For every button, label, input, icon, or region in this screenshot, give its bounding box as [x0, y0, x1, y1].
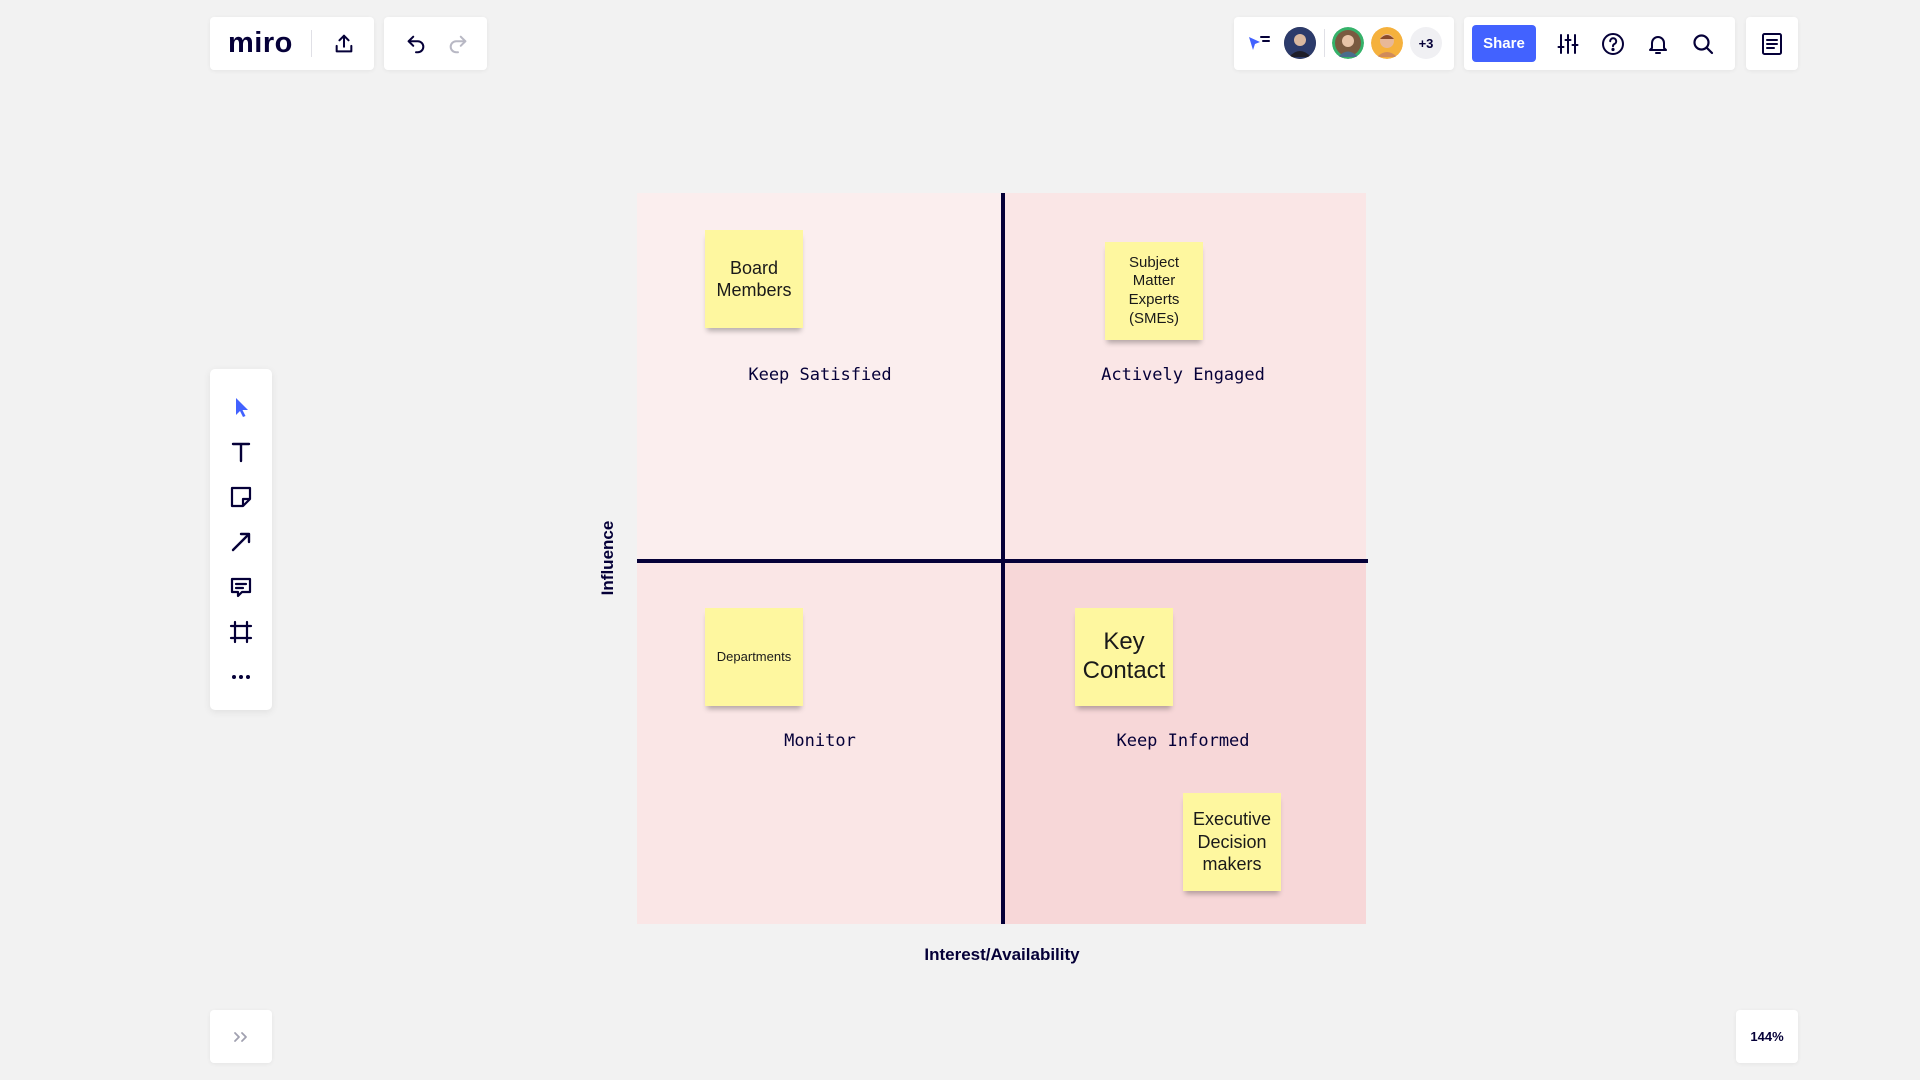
avatar[interactable] [1284, 27, 1316, 59]
sticky-note-board-members[interactable]: Board Members [705, 230, 803, 328]
x-axis-label[interactable]: Interest/Availability [880, 945, 1124, 965]
sticky-note-text: Departments [716, 648, 792, 664]
line-arrow-icon [231, 532, 251, 552]
logo-panel: miro [210, 17, 374, 70]
zoom-level[interactable]: 144% [1736, 1010, 1798, 1063]
divider [1324, 29, 1325, 57]
sticky-note-text: Subject Matter Experts (SMEs) [1128, 253, 1180, 327]
frame-tool[interactable] [223, 614, 259, 650]
help-button[interactable] [1595, 26, 1631, 62]
sticky-note-key-contact[interactable]: Key Contact [1075, 608, 1173, 706]
divider [311, 30, 312, 57]
actions-panel: Share [1464, 17, 1735, 70]
text-icon [231, 442, 251, 463]
redo-icon [449, 35, 467, 54]
sticky-note-text: Executive Decision makers [1192, 809, 1272, 875]
more-users-badge[interactable]: +3 [1410, 27, 1442, 59]
line-tool[interactable] [223, 524, 259, 560]
notes-button[interactable] [1754, 26, 1790, 62]
help-icon [1602, 33, 1624, 55]
expand-panel [210, 1010, 272, 1063]
user-avatar-icon [1284, 27, 1316, 59]
bell-icon [1649, 36, 1667, 54]
sticky-note-text: Board Members [716, 257, 792, 301]
settings-sliders-icon [1557, 34, 1579, 54]
share-button[interactable]: Share [1472, 25, 1536, 62]
undo-icon [407, 35, 425, 54]
more-tools-button[interactable] [223, 659, 259, 695]
undo-button[interactable] [398, 26, 434, 62]
select-cursor-icon [236, 398, 248, 417]
user-avatar-icon [1371, 27, 1403, 59]
horizontal-axis-line[interactable] [637, 559, 1368, 563]
collaborators-panel: +3 [1234, 17, 1454, 70]
comment-icon [230, 577, 252, 598]
redo-button[interactable] [440, 26, 476, 62]
quadrant-label-keep-informed[interactable]: Keep Informed [1053, 731, 1313, 751]
cursor-follow-icon [1249, 36, 1270, 50]
notes-panel [1746, 17, 1798, 70]
sticky-note-smes[interactable]: Subject Matter Experts (SMEs) [1105, 242, 1203, 340]
quadrant-label-actively-engaged[interactable]: Actively Engaged [1053, 365, 1313, 385]
sticky-note-tool[interactable] [223, 479, 259, 515]
avatar[interactable] [1332, 27, 1364, 59]
more-icon [232, 675, 250, 679]
sticky-note-executive[interactable]: Executive Decision makers [1183, 793, 1281, 891]
creation-toolbar [210, 369, 272, 710]
y-axis-label[interactable]: Influence [598, 518, 618, 598]
zoom-panel[interactable]: 144% [1736, 1010, 1798, 1063]
search-icon [1693, 34, 1714, 55]
comment-tool[interactable] [223, 569, 259, 605]
quadrant-label-keep-satisfied[interactable]: Keep Satisfied [690, 365, 950, 385]
miro-logo[interactable]: miro [228, 27, 293, 60]
sticky-note-departments[interactable]: Departments [705, 608, 803, 706]
search-button[interactable] [1685, 26, 1721, 62]
text-tool[interactable] [223, 434, 259, 470]
sticky-note-icon [230, 486, 252, 508]
quadrant-label-monitor[interactable]: Monitor [690, 731, 950, 751]
settings-button[interactable] [1550, 26, 1586, 62]
frame-icon [229, 620, 253, 644]
export-icon [335, 34, 353, 53]
history-panel [384, 17, 487, 70]
avatar[interactable] [1371, 27, 1403, 59]
export-button[interactable] [326, 26, 362, 62]
expand-icon [234, 1032, 247, 1042]
notifications-button[interactable] [1640, 26, 1676, 62]
user-avatar-icon [1332, 27, 1364, 59]
expand-sidebar-button[interactable] [223, 1019, 259, 1055]
sticky-note-text: Key Contact [1082, 628, 1166, 684]
notes-icon [1762, 33, 1782, 55]
select-tool[interactable] [223, 389, 259, 425]
follow-cursor-button[interactable] [1244, 29, 1274, 59]
